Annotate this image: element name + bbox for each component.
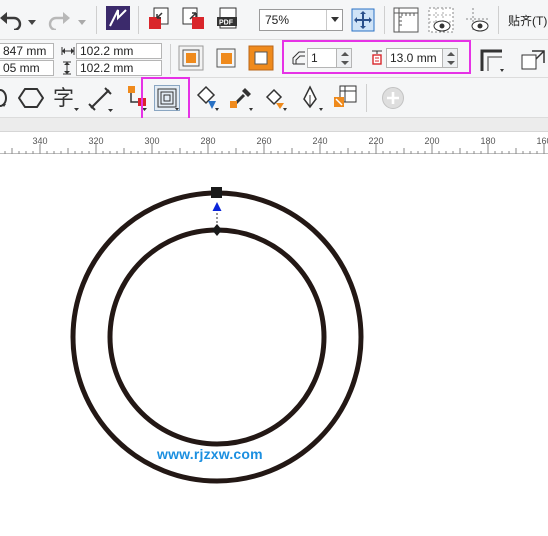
export-icon[interactable] bbox=[182, 7, 206, 34]
full-screen-icon[interactable] bbox=[351, 8, 375, 35]
shape-icon[interactable] bbox=[0, 88, 10, 111]
smart-fill-icon[interactable] bbox=[332, 85, 358, 114]
ruler-tick-label: 180 bbox=[480, 136, 496, 146]
view-icon[interactable] bbox=[428, 7, 454, 36]
toolbar-spacer bbox=[0, 118, 548, 132]
contour-inside-icon[interactable] bbox=[213, 45, 239, 74]
property-bar: 847 mm 05 mm 102.2 mm 102.2 mm 1 13.0 mm bbox=[0, 40, 548, 78]
toolbox: 字 bbox=[0, 77, 548, 120]
text-tool-icon[interactable]: 字 bbox=[52, 84, 80, 115]
undo-dropdown-icon[interactable] bbox=[28, 15, 36, 29]
object-y-field[interactable]: 05 mm bbox=[0, 60, 54, 76]
redo-dropdown-icon[interactable] bbox=[78, 15, 86, 29]
ruler-tick-label: 160 bbox=[536, 136, 548, 146]
inner-circle[interactable] bbox=[107, 227, 327, 447]
zoom-level-value: 75% bbox=[265, 13, 290, 27]
pen-tool-icon[interactable] bbox=[298, 85, 324, 114]
contour-offset-field[interactable]: 13.0 mm bbox=[386, 48, 442, 68]
object-height-field[interactable]: 102.2 mm bbox=[76, 60, 162, 76]
contour-steps-icon bbox=[292, 51, 306, 68]
width-icon bbox=[61, 45, 75, 59]
contour-steps-field[interactable]: 1 bbox=[307, 48, 337, 68]
guidelines-icon[interactable] bbox=[465, 7, 491, 36]
height-icon bbox=[62, 61, 72, 78]
object-x-field[interactable]: 847 mm bbox=[0, 43, 54, 59]
eyedropper-icon[interactable] bbox=[228, 85, 254, 114]
publish-pdf-icon[interactable]: PDF bbox=[216, 7, 242, 34]
contour-outside-icon[interactable] bbox=[248, 45, 274, 74]
redo-icon[interactable] bbox=[48, 10, 70, 33]
contour-offset-arrow-icon[interactable] bbox=[212, 202, 222, 211]
svg-text:PDF: PDF bbox=[219, 20, 234, 27]
ruler-tick-label: 300 bbox=[144, 136, 160, 146]
outer-contour-circle[interactable] bbox=[70, 190, 364, 484]
dimension-tool-icon[interactable] bbox=[88, 86, 114, 115]
ruler-tick-label: 200 bbox=[424, 136, 440, 146]
ruler-tick-label: 240 bbox=[312, 136, 328, 146]
svg-text:字: 字 bbox=[53, 86, 74, 110]
polygon-icon[interactable] bbox=[17, 87, 45, 112]
object-width-field[interactable]: 102.2 mm bbox=[76, 43, 162, 59]
import-icon[interactable] bbox=[148, 7, 172, 34]
contour-to-center-icon[interactable] bbox=[178, 45, 204, 74]
undo-icon[interactable] bbox=[0, 10, 22, 33]
show-rulers-icon[interactable] bbox=[393, 7, 419, 36]
contour-tool-icon[interactable] bbox=[154, 85, 180, 114]
corel-connect-icon[interactable] bbox=[106, 6, 130, 33]
watermark-text: www.rjzxw.com bbox=[157, 446, 263, 462]
add-tool-icon[interactable] bbox=[381, 86, 405, 113]
ruler-tick-label: 280 bbox=[200, 136, 216, 146]
zoom-level-select[interactable]: 75% bbox=[259, 9, 343, 31]
ruler-tick-label: 340 bbox=[32, 136, 48, 146]
horizontal-ruler[interactable]: 340 320 300 280 260 240 220 200 180 160 bbox=[0, 132, 548, 154]
standard-toolbar: PDF 75% 贴齐(T) bbox=[0, 0, 548, 40]
contour-offset-spinner[interactable] bbox=[442, 48, 458, 68]
ruler-tick-label: 260 bbox=[256, 136, 272, 146]
contour-end-handle[interactable] bbox=[211, 187, 222, 198]
contour-offset-icon bbox=[371, 50, 383, 69]
contour-corners-icon[interactable] bbox=[479, 47, 505, 76]
drawing-canvas[interactable] bbox=[0, 155, 548, 536]
contour-steps-spinner[interactable] bbox=[336, 48, 352, 68]
fill-tool-icon[interactable] bbox=[194, 85, 220, 114]
snap-to-menu[interactable]: 贴齐(T) bbox=[508, 12, 547, 29]
chevron-down-icon[interactable] bbox=[326, 10, 342, 30]
ruler-tick-label: 320 bbox=[88, 136, 104, 146]
ruler-tick-label: 220 bbox=[368, 136, 384, 146]
contour-start-handle[interactable] bbox=[212, 224, 222, 236]
interactive-fill-icon[interactable] bbox=[262, 85, 288, 114]
object-acceleration-icon[interactable] bbox=[520, 47, 548, 76]
